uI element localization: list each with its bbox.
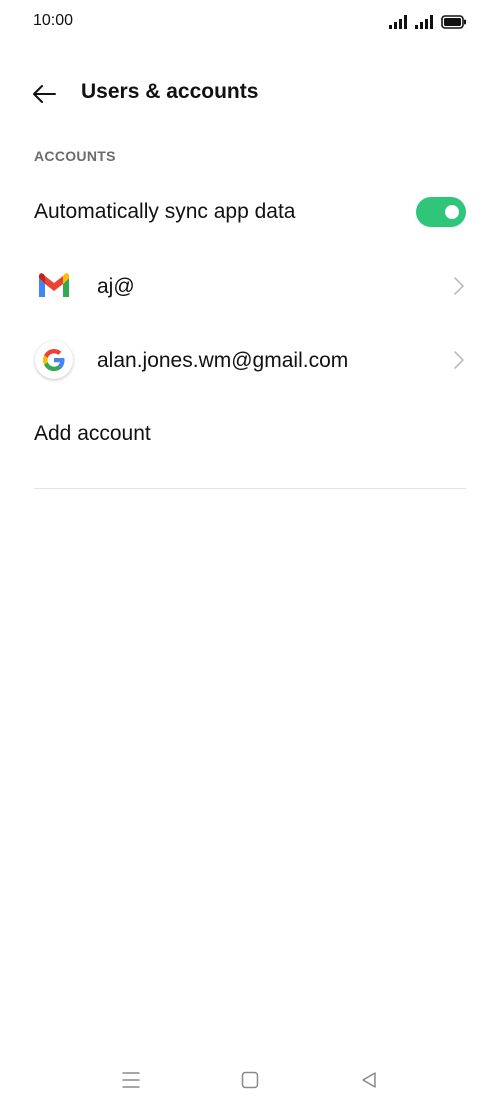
system-nav-bar <box>0 1060 499 1100</box>
auto-sync-label: Automatically sync app data <box>34 200 296 223</box>
back-button[interactable] <box>28 78 60 110</box>
signal-icon <box>389 15 407 29</box>
divider <box>34 488 466 489</box>
battery-icon <box>441 15 466 29</box>
account-row-gmail[interactable]: aj@ <box>0 256 499 316</box>
status-bar: 10:00 <box>0 0 499 44</box>
menu-button[interactable] <box>117 1068 145 1092</box>
account-row-google[interactable]: alan.jones.wm@gmail.com <box>0 330 499 390</box>
home-button[interactable] <box>236 1068 264 1092</box>
status-icons <box>389 12 467 32</box>
arrow-left-icon <box>33 85 56 103</box>
account-label-gmail: aj@ <box>97 275 135 298</box>
home-icon <box>241 1071 259 1089</box>
chevron-right-icon <box>454 351 464 369</box>
toggle-knob <box>445 205 459 219</box>
app-header: Users & accounts <box>0 70 499 116</box>
page-title: Users & accounts <box>81 80 259 103</box>
add-account-row[interactable]: Add account <box>0 410 499 460</box>
google-icon <box>34 340 74 380</box>
auto-sync-toggle[interactable] <box>416 197 466 227</box>
status-time: 10:00 <box>33 12 74 29</box>
add-account-label: Add account <box>34 422 151 445</box>
chevron-right-icon <box>454 277 464 295</box>
nav-back-button[interactable] <box>355 1068 383 1092</box>
menu-icon <box>122 1072 140 1088</box>
gmail-icon <box>34 266 74 306</box>
back-icon <box>362 1072 376 1088</box>
account-label-google: alan.jones.wm@gmail.com <box>97 349 349 372</box>
section-label-accounts: ACCOUNTS <box>34 148 116 164</box>
signal-icon <box>415 15 433 29</box>
auto-sync-row[interactable]: Automatically sync app data <box>0 186 499 240</box>
